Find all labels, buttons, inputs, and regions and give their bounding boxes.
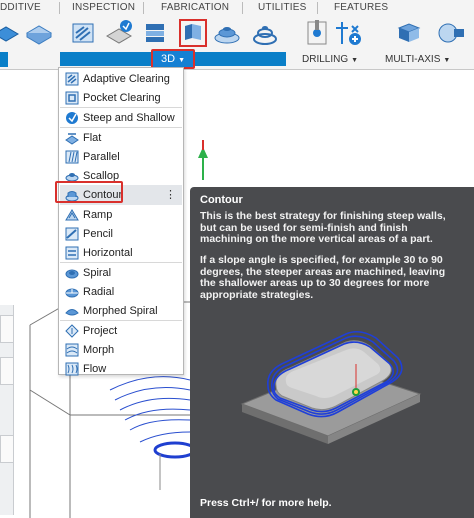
tab-divider xyxy=(242,2,243,14)
adaptive-clearing-icon xyxy=(65,72,79,85)
rotary-toolbar-icon[interactable] xyxy=(436,18,466,48)
toolbar-ribbon: DDITIVE INSPECTION FABRICATION UTILITIES… xyxy=(0,0,474,70)
pocket-clearing-icon xyxy=(65,91,79,104)
flat-icon xyxy=(65,132,79,145)
multi-axis-toolbar-icon[interactable] xyxy=(334,18,364,48)
contour-tooltip: Contour This is the best strategy for fi… xyxy=(190,187,474,518)
pencil-icon xyxy=(65,227,79,240)
contour-highlight-box xyxy=(55,181,123,203)
menu-item-label: Horizontal xyxy=(83,246,133,259)
menu-item-project[interactable]: Project xyxy=(60,320,182,340)
menu-item-label: Pocket Clearing xyxy=(83,91,161,104)
tab-divider xyxy=(143,2,144,14)
tab-divider xyxy=(59,2,60,14)
project-icon xyxy=(65,323,79,338)
menu-item-radial[interactable]: Radial xyxy=(60,282,182,301)
steep-shallow-toolbar-icon[interactable] xyxy=(140,18,170,48)
2d-stock-icon[interactable] xyxy=(24,18,54,48)
chevron-down-icon: ▼ xyxy=(178,57,185,64)
menu-item-label: Project xyxy=(83,324,118,337)
chevron-down-icon: ▼ xyxy=(443,57,451,64)
tab-divider xyxy=(317,2,318,14)
panel-field[interactable] xyxy=(0,435,14,463)
drilling-toolbar-icon[interactable] xyxy=(302,18,332,48)
menu-item-morphed-spiral[interactable]: Morphed Spiral xyxy=(60,301,182,320)
multi-axis-group-label: MULTI-AXIS xyxy=(385,54,441,65)
3d-dropdown-button[interactable]: 3D ▼ xyxy=(151,49,195,69)
adaptive-toolbar-icon[interactable] xyxy=(68,18,98,48)
menu-item-pencil[interactable]: Pencil xyxy=(60,224,182,243)
contour-toolpath-illustration xyxy=(240,330,422,444)
morph-icon xyxy=(65,343,79,356)
menu-item-label: Flat xyxy=(83,131,102,144)
menu-item-label: Spiral xyxy=(83,266,112,279)
steep-and-shallow-icon xyxy=(66,111,78,124)
menu-item-horizontal[interactable]: Horizontal xyxy=(60,243,182,262)
menu-item-label: Steep and Shallow xyxy=(83,111,175,124)
tooltip-description: This is the best strategy for finishing … xyxy=(200,210,446,245)
pocket-toolbar-icon[interactable] xyxy=(104,18,134,48)
spiral-icon xyxy=(65,269,79,278)
left-side-panel xyxy=(0,305,14,515)
menu-item-label: Adaptive Clearing xyxy=(83,72,170,85)
ramp-icon xyxy=(65,208,79,220)
3d-dropdown-label: 3D xyxy=(161,53,176,65)
flow-icon xyxy=(65,362,79,375)
menu-item-label: Flow xyxy=(83,362,107,375)
contour-toolbar-icon[interactable] xyxy=(178,18,208,48)
panel-field[interactable] xyxy=(0,357,14,385)
parallel-icon xyxy=(65,150,79,163)
menu-item-adaptive-clearing[interactable]: Adaptive Clearing xyxy=(60,69,182,88)
tab-utilities[interactable]: UTILITIES xyxy=(258,2,306,13)
drilling-group-label: DRILLING xyxy=(302,54,349,65)
menu-item-spiral[interactable]: Spiral xyxy=(60,262,182,282)
menu-item-flat[interactable]: Flat xyxy=(60,127,182,147)
tab-additive[interactable]: DDITIVE xyxy=(0,2,41,13)
multi-axis-dropdown-button[interactable]: MULTI-AXIS ▼ xyxy=(385,52,450,67)
horizontal-icon xyxy=(65,246,79,259)
tooltip-title: Contour xyxy=(200,194,243,206)
menu-item-morph[interactable]: Morph xyxy=(60,340,182,359)
scallop-toolbar-icon[interactable] xyxy=(212,18,242,48)
menu-item-flow[interactable]: Flow xyxy=(60,359,182,378)
tooltip-slope-note: If a slope angle is specified, for examp… xyxy=(200,254,446,301)
menu-item-ramp[interactable]: Ramp xyxy=(60,205,182,224)
menu-item-pocket-clearing[interactable]: Pocket Clearing xyxy=(60,88,182,107)
tab-features[interactable]: FEATURES xyxy=(334,2,388,13)
milling-left-icon[interactable] xyxy=(0,18,22,48)
menu-item-label: Ramp xyxy=(83,208,113,221)
tab-inspection[interactable]: INSPECTION xyxy=(72,2,135,13)
chevron-down-icon: ▼ xyxy=(351,57,359,64)
menu-item-label: Morphed Spiral xyxy=(83,304,158,317)
radial-icon xyxy=(65,288,79,297)
tooltip-help-hint: Press Ctrl+/ for more help. xyxy=(200,497,332,509)
menu-item-parallel[interactable]: Parallel xyxy=(60,147,182,166)
drilling-dropdown-button[interactable]: DRILLING ▼ xyxy=(302,52,358,67)
more-options-icon[interactable]: ⋮ xyxy=(165,188,176,201)
additive-group-label-bar xyxy=(0,52,8,67)
swarf-toolbar-icon[interactable] xyxy=(394,18,424,48)
menu-item-steep-and-shallow[interactable]: Steep and Shallow xyxy=(60,107,182,127)
morphed-spiral-icon xyxy=(65,308,79,315)
tab-fabrication[interactable]: FABRICATION xyxy=(161,2,229,13)
menu-item-label: Parallel xyxy=(83,150,120,163)
menu-item-label: Scallop xyxy=(83,169,120,182)
3d-strategies-menu: Adaptive Clearing Pocket Clearing Steep … xyxy=(58,67,184,375)
spiral-toolbar-icon[interactable] xyxy=(250,18,280,48)
menu-item-label: Pencil xyxy=(83,227,113,240)
panel-field[interactable] xyxy=(0,315,14,343)
menu-item-label: Radial xyxy=(83,285,115,298)
menu-item-label: Morph xyxy=(83,343,115,356)
